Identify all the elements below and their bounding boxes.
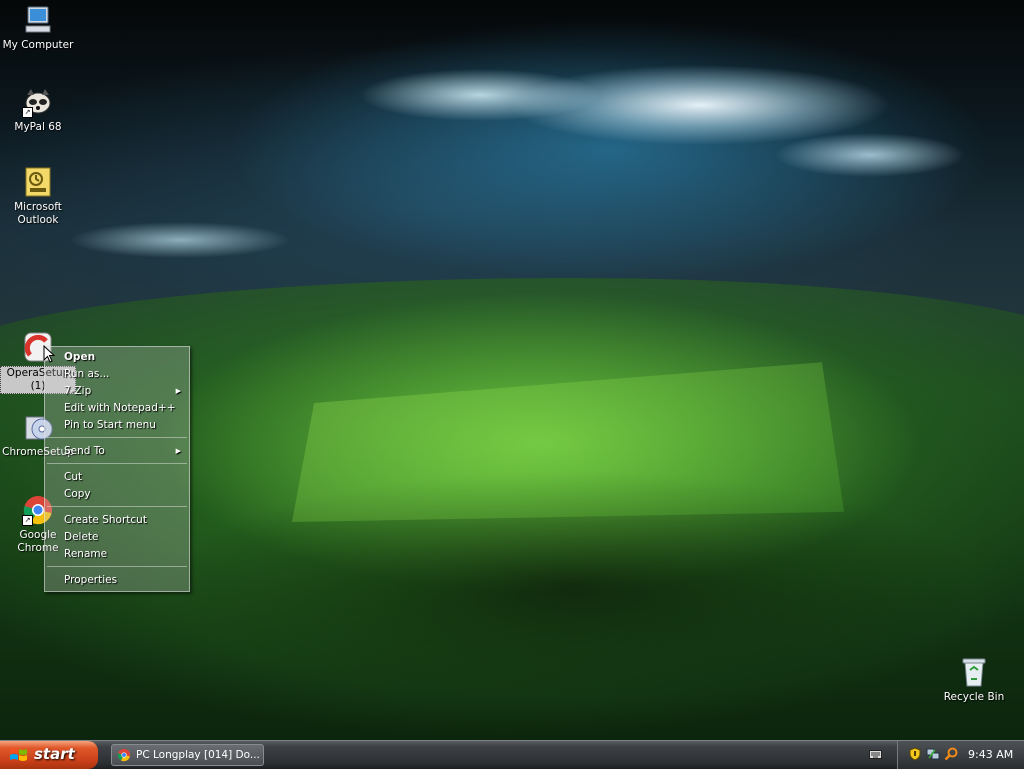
menu-item-label: 7-Zip	[64, 385, 92, 397]
taskbar-button-chrome[interactable]: PC Longplay [014] Do...	[111, 744, 264, 766]
desktop-icon-mypal[interactable]: ↗ MyPal 68	[0, 86, 76, 134]
shortcut-arrow-icon: ↗	[22, 107, 33, 118]
chrome-icon	[117, 748, 131, 762]
menu-item-open[interactable]: Open	[45, 349, 189, 365]
clock[interactable]: 9:43 AM	[968, 741, 1013, 768]
outlook-icon	[22, 166, 54, 198]
mouse-cursor-icon	[43, 344, 56, 363]
menu-separator	[47, 437, 187, 438]
menu-item-7zip[interactable]: 7-Zip ▶	[45, 383, 189, 399]
menu-item-send-to[interactable]: Send To ▶	[45, 443, 189, 459]
menu-item-pin-start[interactable]: Pin to Start menu	[45, 417, 189, 433]
desktop[interactable]: My Computer ↗ MyPal 68 Microsoft Outlook…	[0, 0, 1024, 740]
shortcut-arrow-icon: ↗	[22, 515, 33, 526]
taskbar-button-label: PC Longplay [014] Do...	[136, 749, 260, 761]
desktop-icon-label: Recycle Bin	[943, 691, 1005, 703]
desktop-icon-outlook[interactable]: Microsoft Outlook	[0, 166, 76, 227]
menu-item-cut[interactable]: Cut	[45, 469, 189, 485]
desktop-icon-recycle-bin[interactable]: Recycle Bin	[936, 656, 1012, 704]
menu-item-label: Send To	[64, 445, 105, 457]
desktop-icon-label: Microsoft Outlook	[14, 201, 62, 226]
menu-separator	[47, 566, 187, 567]
menu-separator	[47, 463, 187, 464]
search-icon[interactable]	[944, 747, 958, 761]
menu-item-properties[interactable]: Properties	[45, 572, 189, 588]
keyboard-icon[interactable]	[869, 750, 882, 759]
mypal-raccoon-icon: ↗	[22, 86, 54, 118]
submenu-arrow-icon: ▶	[175, 387, 181, 395]
computer-icon	[22, 4, 54, 36]
menu-item-copy[interactable]: Copy	[45, 486, 189, 502]
recycle-bin-icon	[958, 656, 990, 688]
menu-item-edit-notepadpp[interactable]: Edit with Notepad++	[45, 400, 189, 416]
desktop-icon-label: MyPal 68	[14, 121, 62, 133]
system-tray: 9:43 AM	[897, 741, 1024, 769]
start-label: start	[34, 745, 75, 763]
network-icon[interactable]	[926, 747, 940, 761]
menu-item-run-as[interactable]: Run as...	[45, 366, 189, 382]
menu-separator	[47, 506, 187, 507]
start-button[interactable]: start	[0, 741, 98, 769]
menu-item-create-shortcut[interactable]: Create Shortcut	[45, 512, 189, 528]
desktop-icon-my-computer[interactable]: My Computer	[0, 4, 76, 52]
menu-item-delete[interactable]: Delete	[45, 529, 189, 545]
context-menu[interactable]: Open Run as... 7-Zip ▶ Edit with Notepad…	[44, 346, 190, 592]
menu-item-rename[interactable]: Rename	[45, 546, 189, 562]
windows-flag-icon	[10, 748, 27, 761]
taskbar: start PC Longplay [014] Do... 9:43 AM	[0, 740, 1024, 769]
desktop-icon-label: My Computer	[2, 39, 74, 51]
submenu-arrow-icon: ▶	[175, 447, 181, 455]
security-shield-icon[interactable]	[908, 747, 922, 761]
